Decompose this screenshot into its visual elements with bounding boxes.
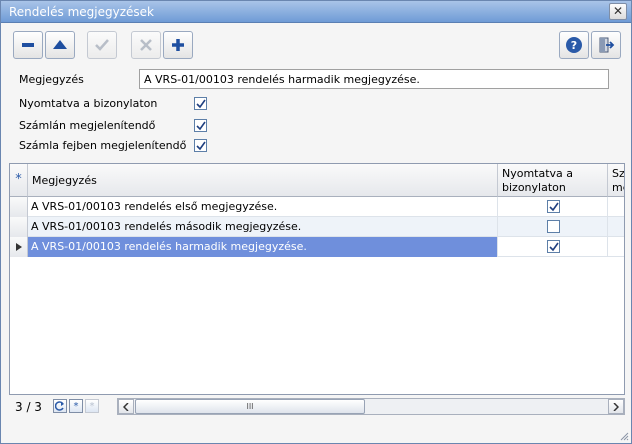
question-icon: ? bbox=[566, 37, 582, 53]
horizontal-scrollbar[interactable]: III bbox=[117, 398, 625, 415]
check-icon bbox=[548, 202, 559, 211]
row-indicator[interactable] bbox=[10, 197, 28, 217]
column-header-printed-line2: bizonylaton bbox=[502, 181, 566, 194]
cancel-button[interactable] bbox=[131, 31, 161, 59]
column-header-printed-line1: Nyomtatva a bbox=[502, 167, 574, 180]
refresh-icon bbox=[55, 401, 64, 411]
table-row[interactable]: A VRS-01/00103 rendelés harmadik megjegy… bbox=[10, 237, 624, 257]
invoice-checkbox[interactable] bbox=[194, 119, 207, 132]
asterisk-disabled-icon: * bbox=[89, 400, 95, 412]
printed-cell[interactable] bbox=[498, 197, 608, 217]
asterisk-icon: * bbox=[73, 400, 79, 412]
move-up-button[interactable] bbox=[45, 31, 75, 59]
record-counter: 3 / 3 bbox=[15, 400, 42, 414]
new-row-icon[interactable]: * bbox=[10, 164, 28, 197]
toolbar: ? bbox=[13, 31, 621, 59]
printed-cell[interactable] bbox=[498, 217, 608, 237]
chevron-right-icon bbox=[613, 402, 619, 411]
check-icon bbox=[195, 121, 206, 130]
help-button[interactable]: ? bbox=[559, 31, 589, 59]
triangle-up-icon bbox=[53, 40, 67, 49]
note-cell[interactable]: A VRS-01/00103 rendelés harmadik megjegy… bbox=[28, 237, 498, 257]
minus-icon bbox=[22, 43, 34, 47]
scroll-right-button[interactable] bbox=[608, 399, 624, 414]
note-cell[interactable]: A VRS-01/00103 rendelés első megjegyzése… bbox=[28, 197, 498, 217]
refresh-button[interactable] bbox=[53, 399, 67, 413]
printed-cell-checkbox[interactable] bbox=[547, 240, 560, 253]
delete-button[interactable] bbox=[13, 31, 43, 59]
add-button[interactable] bbox=[163, 31, 193, 59]
check-icon bbox=[95, 39, 109, 51]
invoice-header-label: Számla fejben megjelenítendő bbox=[19, 139, 187, 152]
printed-checkbox[interactable] bbox=[194, 97, 207, 110]
printed-cell-checkbox[interactable] bbox=[547, 220, 560, 233]
printed-cell[interactable] bbox=[498, 237, 608, 257]
exit-button[interactable] bbox=[591, 31, 621, 59]
note-cell[interactable]: A VRS-01/00103 rendelés második megjegyz… bbox=[28, 217, 498, 237]
new-record-button[interactable]: * bbox=[69, 399, 83, 413]
table-row[interactable]: A VRS-01/00103 rendelés második megjegyz… bbox=[10, 217, 624, 237]
column-header-invoice[interactable]: Sza me bbox=[608, 164, 625, 197]
exit-door-icon bbox=[599, 37, 615, 53]
column-header-invoice-line2: me bbox=[612, 181, 624, 194]
window-title: Rendelés megjegyzések bbox=[9, 5, 154, 19]
note-input[interactable] bbox=[139, 69, 609, 89]
close-button[interactable]: ✕ bbox=[609, 3, 627, 20]
column-header-printed[interactable]: Nyomtatva a bizonylaton bbox=[498, 164, 608, 197]
new-record-disabled-button[interactable]: * bbox=[85, 399, 99, 413]
row-indicator[interactable] bbox=[10, 217, 28, 237]
resize-grip-icon[interactable] bbox=[619, 431, 629, 441]
current-row-arrow-icon bbox=[15, 243, 22, 251]
plus-icon bbox=[172, 39, 184, 51]
grid-footer: 3 / 3 * * III bbox=[9, 397, 625, 417]
table-row[interactable]: A VRS-01/00103 rendelés első megjegyzése… bbox=[10, 197, 624, 217]
check-icon bbox=[195, 141, 206, 150]
title-bar[interactable]: Rendelés megjegyzések ✕ bbox=[1, 1, 631, 23]
svg-text:?: ? bbox=[571, 39, 577, 52]
notes-grid: * Megjegyzés Nyomtatva a bizonylaton Sza… bbox=[9, 163, 625, 395]
printed-label: Nyomtatva a bizonylaton bbox=[19, 97, 158, 110]
check-icon bbox=[195, 99, 206, 108]
column-header-note[interactable]: Megjegyzés bbox=[28, 164, 498, 197]
close-icon: ✕ bbox=[612, 4, 624, 18]
note-label: Megjegyzés bbox=[19, 73, 84, 86]
invoice-header-checkbox[interactable] bbox=[194, 139, 207, 152]
scroll-left-button[interactable] bbox=[118, 399, 134, 414]
check-icon bbox=[548, 242, 559, 251]
scroll-thumb[interactable]: III bbox=[135, 399, 365, 414]
printed-cell-checkbox[interactable] bbox=[547, 200, 560, 213]
x-icon bbox=[140, 39, 152, 51]
column-header-invoice-line1: Sza bbox=[612, 167, 625, 180]
chevron-left-icon bbox=[123, 402, 129, 411]
dialog-window: Rendelés megjegyzések ✕ ? Megjegyzés N bbox=[0, 0, 632, 444]
row-indicator[interactable] bbox=[10, 237, 28, 257]
confirm-button[interactable] bbox=[87, 31, 117, 59]
invoice-label: Számlán megjelenítendő bbox=[19, 119, 156, 132]
